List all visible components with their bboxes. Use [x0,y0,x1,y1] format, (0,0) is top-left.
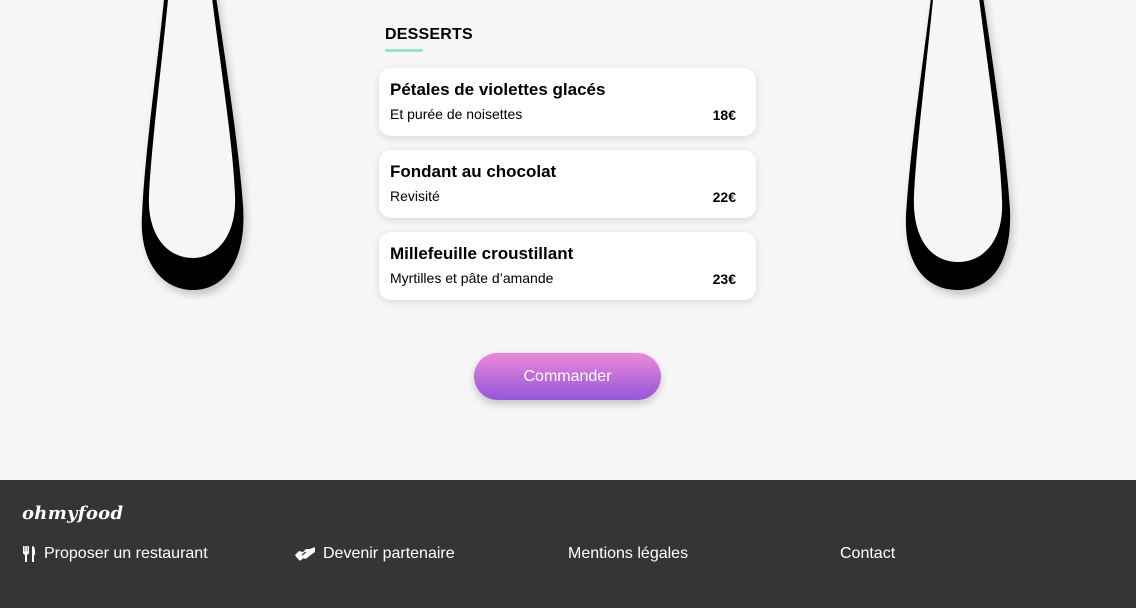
footer-link-label: Proposer un restaurant [44,545,208,562]
dish-description: Et purée de noisettes [390,106,523,122]
footer-link-label: Contact [840,545,896,562]
utensils-icon [22,546,36,562]
dish-name: Millefeuille croustillant [390,244,574,263]
spoon-right-illustration [905,0,1011,290]
menu-page: DESSERTS Pétales de violettes glacés Et … [0,0,1136,480]
footer-link-contact[interactable]: Contact [840,545,895,563]
footer-link-propose-restaurant[interactable]: Proposer un restaurant [22,545,208,563]
dish-price: 18€ [712,107,736,123]
dish-description: Myrtilles et pâte d’amande [390,270,554,286]
section-title: DESSERTS [385,22,756,52]
dish-name: Fondant au chocolat [390,162,557,181]
footer-link-label: Mentions légales [568,545,689,562]
dish-price: 23€ [712,271,736,287]
site-footer: ohmyfood Proposer un restaurant Devenir … [0,480,1136,608]
footer-link-become-partner[interactable]: Devenir partenaire [295,545,455,563]
dish-card[interactable]: Pétales de violettes glacés Et purée de … [379,68,756,136]
dish-description: Revisité [390,188,440,204]
dish-card[interactable]: Millefeuille croustillant Myrtilles et p… [379,232,756,300]
spoon-left-illustration [141,0,244,290]
footer-logo[interactable]: ohmyfood [22,503,123,524]
footer-link-label: Devenir partenaire [323,545,455,562]
dish-price: 22€ [712,189,736,205]
handshake-icon [295,547,315,561]
desserts-section: DESSERTS Pétales de violettes glacés Et … [379,22,756,314]
dish-name: Pétales de violettes glacés [390,80,606,99]
order-button[interactable]: Commander [474,353,661,400]
footer-link-legal-notices[interactable]: Mentions légales [568,545,688,563]
dish-card[interactable]: Fondant au chocolat Revisité 22€ [379,150,756,218]
